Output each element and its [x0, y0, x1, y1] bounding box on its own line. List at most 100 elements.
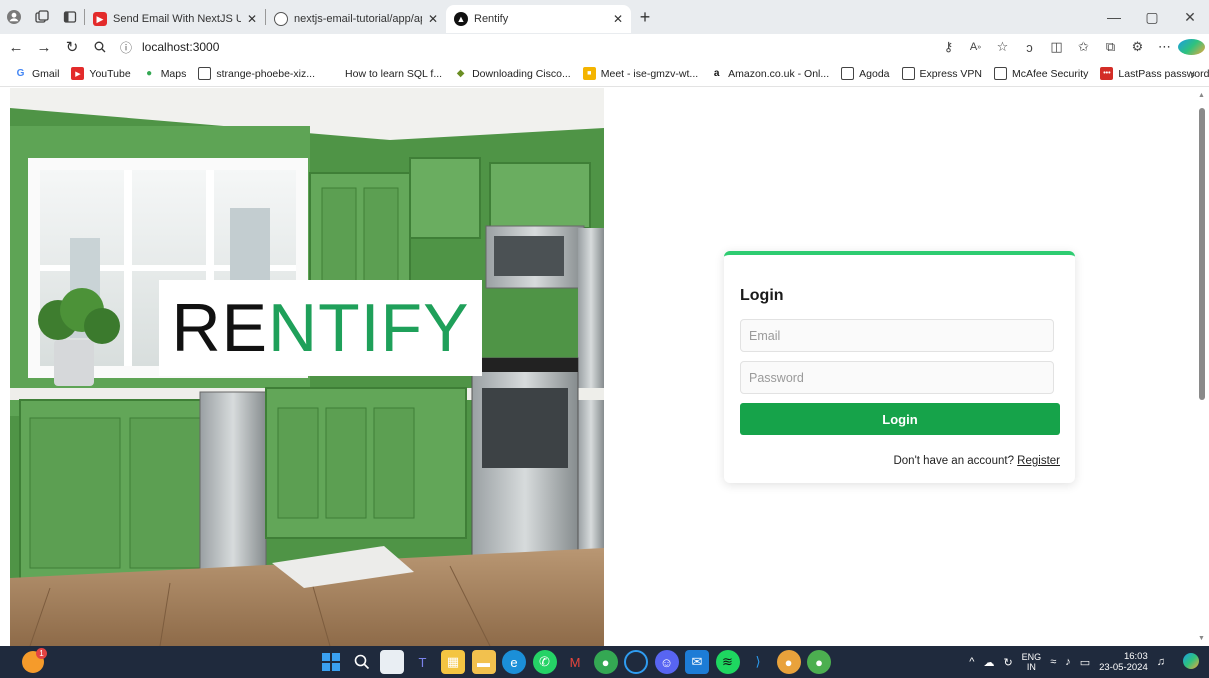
window-controls: — ▢ ✕	[1095, 0, 1209, 34]
edge-browser-icon[interactable]: e	[502, 650, 526, 674]
system-tray: ^ ☁ ↻ ENG IN ≈ ♪ ▭ 16:03 23-05-2024 ♫	[960, 646, 1199, 678]
workspaces-icon[interactable]	[28, 3, 56, 31]
file-explorer-icon[interactable]: ▬	[471, 650, 496, 674]
sync-icon[interactable]: ↻	[1003, 656, 1012, 669]
browser-tab-strip: ▶ Send Email With NextJS Using G ✕ nextj…	[0, 0, 1209, 34]
bookmark-amazon[interactable]: a Amazon.co.uk - Onl...	[710, 67, 829, 80]
tab-title: Rentify	[474, 13, 509, 25]
site-info-icon[interactable]: ⓘ	[120, 39, 132, 56]
task-view-icon[interactable]	[380, 650, 404, 674]
clock[interactable]: 16:03 23-05-2024	[1099, 651, 1148, 673]
copilot-taskbar-icon[interactable]	[1174, 652, 1199, 672]
minimize-icon[interactable]: —	[1095, 0, 1133, 34]
tab-title: nextjs-email-tutorial/app/api/ser	[294, 13, 422, 25]
vscode-icon[interactable]: ⟩	[746, 650, 770, 674]
restore-icon[interactable]: ▢	[1133, 0, 1171, 34]
bookmark-mcafee[interactable]: McAfee Security	[993, 67, 1088, 80]
tab-github[interactable]: nextjs-email-tutorial/app/api/ser ✕	[266, 5, 446, 33]
scroll-up-arrow-icon[interactable]: ▲	[1198, 92, 1205, 99]
lang-code: ENG	[1021, 652, 1042, 662]
bookmark-cisco[interactable]: ◆ Downloading Cisco...	[454, 67, 571, 80]
favorites-icon[interactable]: ✩	[1070, 39, 1097, 55]
discord-icon[interactable]: ☺	[654, 650, 679, 674]
bookmark-learn-sql[interactable]: How to learn SQL f...	[327, 67, 442, 80]
notification-bell-icon[interactable]: ♫	[1157, 656, 1165, 668]
scrollbar-thumb[interactable]	[1199, 108, 1205, 400]
split-screen-icon[interactable]: ◫	[1043, 39, 1070, 55]
search-icon[interactable]	[350, 650, 374, 674]
login-title: Login	[740, 287, 784, 304]
password-field[interactable]	[740, 361, 1054, 394]
whatsapp-icon[interactable]: ✆	[532, 650, 557, 674]
bookmark-label: Amazon.co.uk - Onl...	[728, 67, 830, 80]
forward-arrow-icon[interactable]: →	[30, 34, 58, 60]
tab-rentify[interactable]: ▲ Rentify ✕	[446, 5, 631, 33]
refresh-icon[interactable]: ↻	[58, 34, 86, 60]
chrome-alt-icon[interactable]: ●	[807, 650, 831, 674]
more-menu-icon[interactable]: ⋯	[1151, 39, 1178, 55]
bookmark-label: strange-phoebe-xiz...	[216, 67, 316, 80]
browser-toolbar: ← → ↻ ⓘ localhost:3000 ⚷ A» ☆ ↄ ◫ ✩ ⧉ ⚙ …	[0, 34, 1209, 60]
page-icon	[841, 67, 855, 80]
language-indicator[interactable]: ENG IN	[1022, 652, 1042, 672]
search-icon[interactable]	[86, 34, 114, 60]
microsoft-store-icon[interactable]: ▦	[441, 650, 465, 674]
github-favicon-icon	[274, 12, 288, 26]
bookmark-label: Gmail	[32, 67, 60, 80]
show-hidden-icons-chevron-icon[interactable]: ^	[969, 656, 974, 668]
taskbar-apps: T ▦ ▬ e ✆ M ● ☺ ✉ ≋ ⟩ ● ●	[319, 650, 838, 674]
register-link[interactable]: Register	[1017, 455, 1060, 467]
copilot-icon[interactable]	[1178, 39, 1205, 55]
collections-icon[interactable]: ⧉	[1097, 39, 1124, 55]
bookmark-label: Downloading Cisco...	[472, 67, 571, 80]
onedrive-cloud-icon[interactable]: ☁	[983, 656, 994, 669]
page-icon	[198, 67, 212, 80]
scroll-down-arrow-icon[interactable]: ▼	[1198, 635, 1205, 642]
more-bookmarks-chevron-icon[interactable]: ›	[1190, 66, 1195, 82]
wifi-icon[interactable]: ≈	[1050, 656, 1056, 668]
widgets-icon[interactable]: 1	[22, 648, 47, 673]
bookmark-label: Agoda	[859, 67, 890, 80]
email-field[interactable]	[740, 319, 1054, 352]
new-tab-button[interactable]: +	[631, 3, 659, 31]
bookmark-strange-phoebe[interactable]: strange-phoebe-xiz...	[198, 67, 315, 80]
region-code: IN	[1026, 662, 1036, 672]
close-tab-icon[interactable]: ✕	[247, 12, 257, 26]
youtube-favicon-icon: ▶	[93, 12, 107, 26]
chrome-icon[interactable]: ●	[776, 650, 801, 674]
bookmark-agoda[interactable]: Agoda	[841, 67, 890, 80]
cortana-icon[interactable]	[624, 650, 648, 674]
mail-icon[interactable]: ✉	[685, 650, 709, 674]
bookmark-express-vpn[interactable]: Express VPN	[901, 67, 982, 80]
bookmark-meet[interactable]: ■ Meet - ise-gmzv-wt...	[582, 67, 698, 80]
start-windows-icon[interactable]	[319, 650, 343, 674]
volume-icon[interactable]: ♪	[1065, 656, 1071, 668]
read-aloud-icon[interactable]: A»	[962, 41, 989, 53]
extensions-icon[interactable]: ⚙	[1124, 39, 1151, 55]
url-text: localhost:3000	[142, 40, 220, 54]
google-icon: G	[16, 68, 25, 79]
bookmark-label: Maps	[160, 67, 187, 80]
spotify-icon[interactable]: ≋	[715, 650, 740, 674]
mcafee-icon[interactable]: M	[563, 650, 587, 674]
browser-essentials-icon[interactable]: ↄ	[1016, 40, 1043, 55]
key-icon[interactable]: ⚷	[935, 39, 962, 55]
profile-icon[interactable]	[0, 3, 28, 31]
close-window-icon[interactable]: ✕	[1171, 0, 1209, 34]
bookmark-gmail[interactable]: G Gmail	[14, 67, 60, 80]
page-scrollbar[interactable]: ▲ ▼	[1195, 88, 1209, 646]
back-arrow-icon[interactable]: ←	[2, 34, 30, 60]
close-tab-icon[interactable]: ✕	[428, 12, 438, 26]
register-prompt: Don't have an account? Register	[740, 455, 1060, 467]
login-button[interactable]: Login	[740, 403, 1060, 435]
close-tab-icon[interactable]: ✕	[613, 12, 623, 26]
teams-icon[interactable]: T	[411, 650, 435, 674]
bookmark-youtube[interactable]: ▶ YouTube	[71, 67, 131, 80]
tab-send-email[interactable]: ▶ Send Email With NextJS Using G ✕	[85, 5, 265, 33]
tab-actions-icon[interactable]	[56, 3, 84, 31]
battery-icon[interactable]: ▭	[1080, 656, 1090, 669]
favorite-star-icon[interactable]: ☆	[989, 39, 1016, 55]
bookmark-maps[interactable]: ● Maps	[143, 67, 187, 80]
chrome-profile-icon[interactable]: ●	[593, 650, 618, 674]
address-bar[interactable]: ⓘ localhost:3000	[120, 36, 840, 58]
